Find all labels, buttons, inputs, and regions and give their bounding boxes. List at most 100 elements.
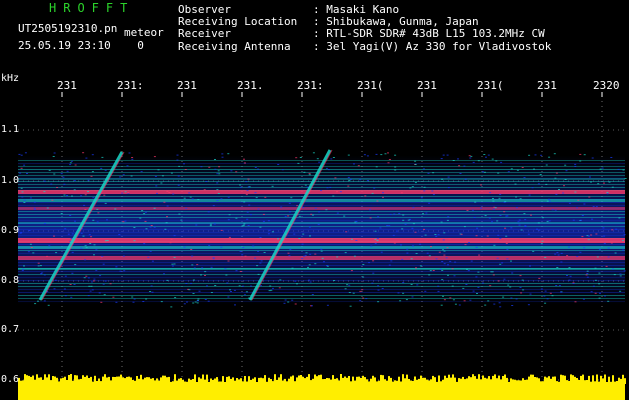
noise-speck (428, 255, 431, 257)
level-bar-spike (444, 375, 446, 384)
noise-speck (544, 290, 547, 292)
noise-speck (259, 226, 262, 228)
noise-speck (470, 260, 473, 262)
noise-speck (395, 230, 398, 232)
noise-speck (493, 244, 496, 246)
noise-speck (153, 156, 156, 158)
noise-speck (532, 250, 535, 252)
noise-speck (409, 187, 412, 189)
noise-speck (166, 279, 169, 281)
noise-speck (336, 191, 338, 193)
noise-speck (438, 251, 441, 253)
noise-speck (214, 285, 217, 286)
y-tick-label: 1.0 (1, 175, 20, 186)
level-bar-spike (120, 374, 122, 384)
level-bar-spike (110, 380, 112, 384)
noise-speck (618, 217, 621, 219)
noise-speck (43, 191, 46, 193)
x-tick-label: 231 (417, 79, 437, 92)
level-bar-spike (562, 375, 564, 384)
noise-speck (63, 288, 66, 290)
noise-speck (371, 192, 374, 194)
noise-speck (247, 186, 250, 188)
noise-speck (599, 292, 601, 294)
noise-speck (442, 249, 444, 251)
level-bar-spike (148, 377, 150, 384)
x-tick-label: 231( (477, 79, 504, 92)
noise-speck (544, 302, 547, 304)
level-bar-spike (34, 379, 36, 384)
noise-speck (485, 156, 487, 158)
level-bar-spike (364, 377, 366, 384)
level-bar-spike (306, 376, 308, 384)
noise-speck (291, 299, 294, 301)
level-bar-spike (154, 380, 156, 384)
signal-streak (18, 244, 625, 245)
noise-speck (419, 265, 422, 267)
noise-speck (95, 269, 98, 271)
noise-speck (555, 193, 558, 195)
noise-speck (20, 154, 23, 156)
level-bar-spike (132, 380, 134, 384)
noise-speck (507, 171, 510, 173)
noise-speck (123, 270, 126, 272)
noise-speck (437, 290, 440, 292)
noise-speck (510, 227, 513, 229)
y-tick-label: 0.9 (1, 225, 20, 236)
date-time: 25.05.19 23:10 0 (18, 40, 144, 52)
noise-speck (621, 239, 624, 241)
noise-speck (26, 173, 28, 174)
noise-speck (504, 227, 507, 229)
noise-speck (496, 220, 499, 222)
noise-speck (594, 279, 597, 281)
noise-speck (463, 226, 466, 228)
level-bar-spike (426, 379, 428, 384)
noise-speck (48, 245, 51, 247)
noise-speck (169, 242, 172, 244)
noise-speck (369, 209, 371, 211)
level-bar-spike (246, 381, 248, 384)
level-bar-spike (338, 380, 340, 384)
noise-speck (611, 229, 614, 231)
noise-speck (192, 293, 195, 294)
noise-speck (109, 283, 112, 285)
noise-speck (588, 235, 590, 237)
noise-speck (294, 280, 297, 282)
noise-speck (32, 252, 35, 254)
noise-speck (556, 252, 559, 254)
signal-streak (18, 295, 625, 296)
noise-speck (173, 263, 176, 265)
noise-speck (47, 304, 50, 306)
level-bar-spike (174, 374, 176, 384)
noise-speck (227, 260, 230, 262)
noise-speck (495, 160, 498, 162)
noise-speck (405, 299, 408, 301)
x-tick-label: 2320 (593, 79, 620, 92)
noise-speck (617, 168, 620, 170)
level-bar-spike (150, 378, 152, 384)
noise-speck (297, 162, 300, 164)
noise-speck (74, 220, 76, 222)
noise-speck (623, 234, 626, 236)
level-bar-spike (516, 380, 518, 384)
level-bar-spike (224, 382, 226, 384)
level-bar-spike (296, 377, 298, 384)
level-bar-spike (258, 377, 260, 384)
noise-speck (540, 154, 543, 156)
noise-speck (347, 176, 350, 178)
level-bar-spike (488, 376, 490, 384)
noise-speck (607, 247, 610, 249)
noise-speck (603, 182, 605, 184)
level-bar-spike (44, 374, 46, 384)
level-bar-spike (422, 377, 424, 384)
noise-speck (598, 283, 601, 285)
level-bar-spike (292, 375, 294, 384)
noise-speck (560, 291, 563, 293)
level-bar-spike (66, 380, 68, 384)
level-bar-spike (30, 376, 32, 384)
signal-streak (18, 265, 625, 266)
noise-speck (186, 301, 188, 303)
noise-speck (21, 196, 24, 198)
noise-speck (283, 302, 286, 304)
noise-speck (84, 245, 87, 247)
